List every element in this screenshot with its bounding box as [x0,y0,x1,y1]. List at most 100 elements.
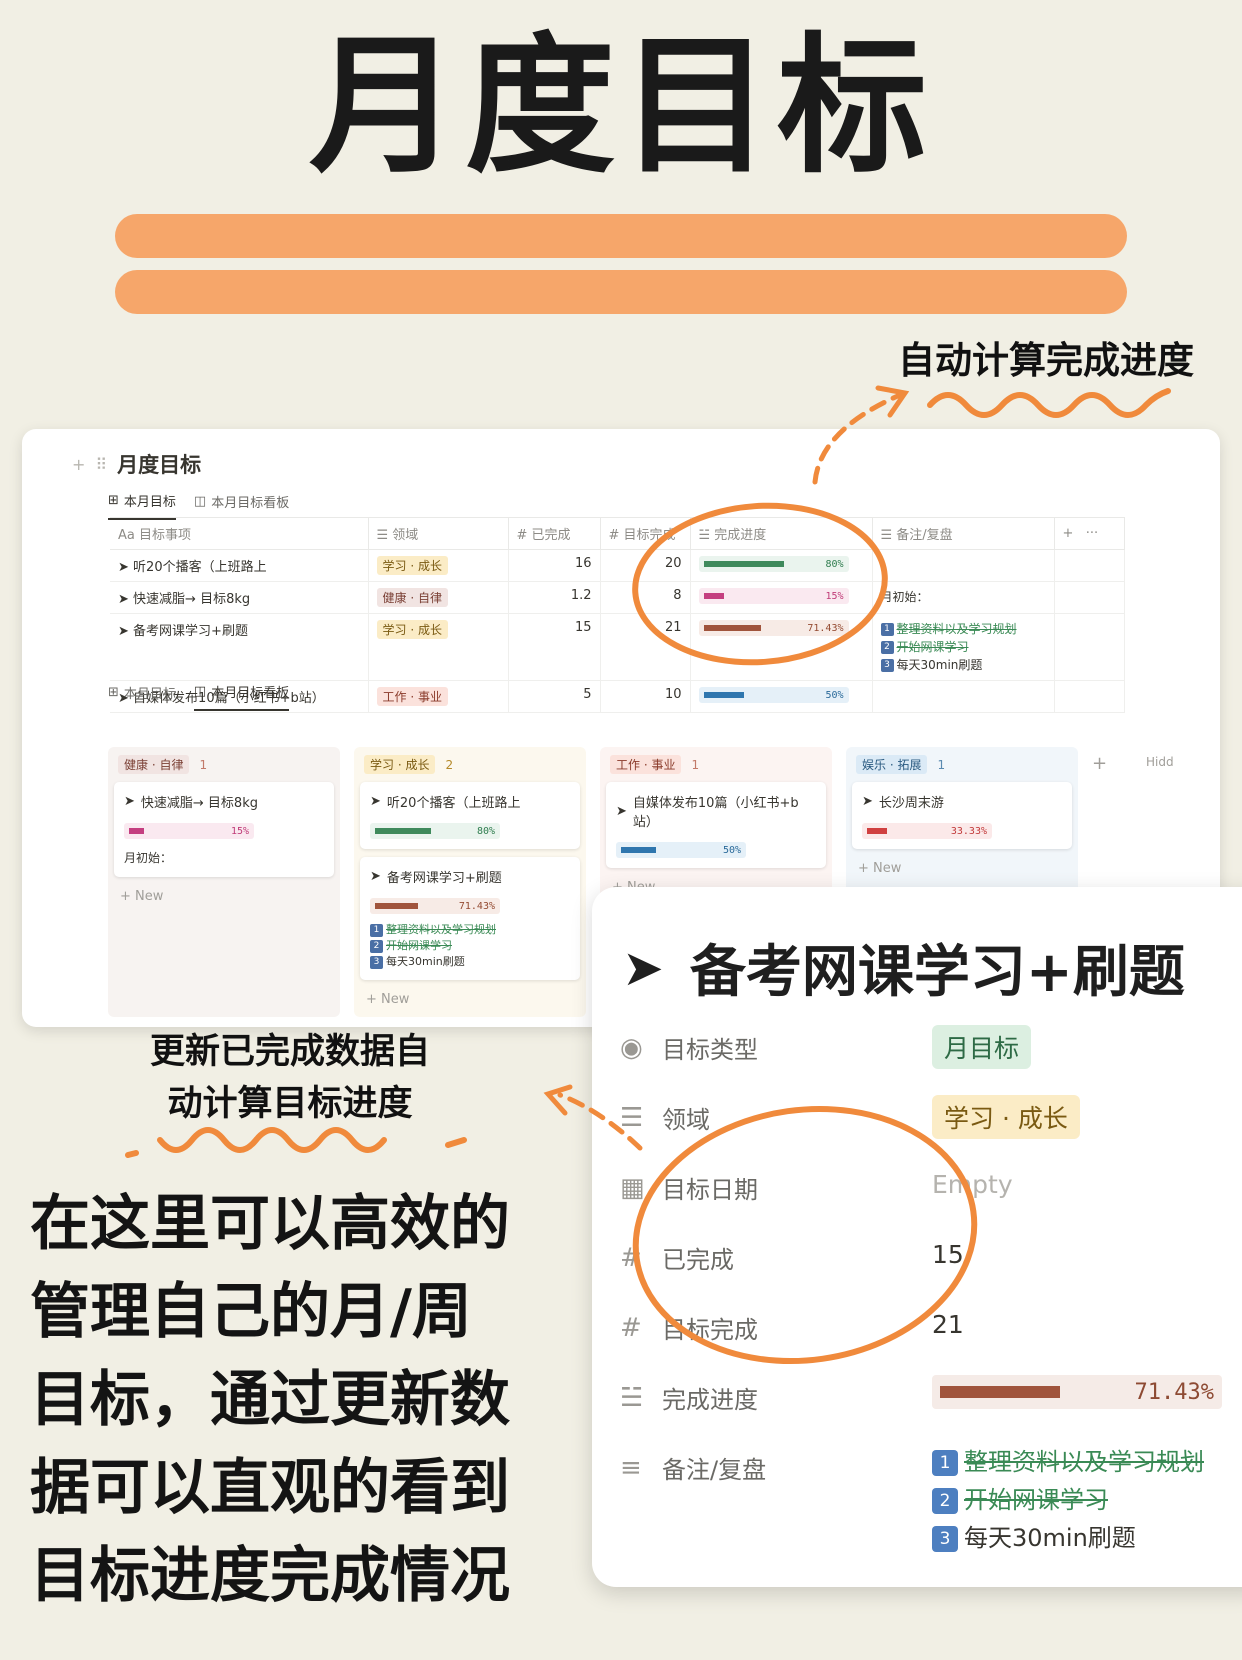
area-tag: 健康 · 自律 [376,588,448,607]
number-icon: # [620,1312,642,1343]
progress-bar: 80% [698,556,849,572]
prop-target[interactable]: # 目标完成 [620,1310,758,1345]
arrowhead-mid [543,1084,573,1116]
target-value: 8 [600,581,691,614]
table-icon: ⊞ [108,685,119,700]
tab-board-view[interactable]: ◫ 本月目标看板 [194,491,289,520]
prop-type[interactable]: ◉ 目标类型 [620,1030,758,1065]
area-tag: 学习 · 成长 [376,620,448,639]
note-line: 1 整理资料以及学习规划 [370,922,570,938]
column-head: 健康 · 自律 1 [114,753,334,782]
progress-bar: 50% [698,687,849,703]
arrow-icon: ➤ [370,794,381,809]
target-value: 10 [600,680,691,713]
prop-date[interactable]: ▦ 目标日期 [620,1170,758,1205]
done-value: 15 [508,613,601,681]
page-detail-panel: ➤ 备考网课学习+刷题 ◉ 目标类型 月目标 ☰ 领域 学习 · 成长 ▦ 目标日期 … [592,887,1242,1587]
number-icon: # [620,1242,642,1273]
new-card-button[interactable]: + New [852,857,1072,880]
table-row[interactable]: ➤ 听20个播客（上班路上 学习 · 成长 16 20 80% [110,549,1125,582]
column-header[interactable]: ☰ 领域 [368,517,509,550]
done-value[interactable]: 15 [932,1240,964,1269]
table-row[interactable]: ➤ 备考网课学习+刷题 学习 · 成长 15 21 71.43% 1 整理资料以及… [110,613,1125,681]
column-header[interactable]: ☱ 完成进度 [690,517,873,550]
board-card[interactable]: ➤ 听20个播客（上班路上 80% [360,782,580,849]
column-head: 工作 · 事业 1 [606,753,826,782]
tab-board-view[interactable]: ◫ 本月目标看板 [193,682,290,711]
database-title: 月度目标 [117,453,202,477]
arrow-icon: ➤ [622,938,664,997]
column-head: 娱乐 · 拓展 1 [852,753,1072,782]
note-line: 3 每天30min刷题 [880,656,1046,674]
squiggle-top [927,388,1171,418]
progress-bar: 15% [698,588,849,604]
status-icon: ◉ [620,1032,643,1063]
note-line: 1 整理资料以及学习规划 [880,620,1046,638]
note-line: 3 每天30min刷题 [370,954,570,970]
arrow-icon: ➤ [370,869,381,884]
number-one-icon: 1 [932,1450,958,1476]
table-row[interactable]: ➤ 快速减脂→ 目标8kg 健康 · 自律 1.2 8 15% 月初始： [110,581,1125,614]
drag-handle-icon[interactable]: ⠿ [95,455,107,474]
column-header[interactable]: # 已完成 [508,517,601,550]
note-text: 月初始： [872,581,1055,614]
progress-bar: 15% [124,823,254,839]
board-column: 健康 · 自律 1 ➤ 快速减脂→ 目标8kg 15% 月初始： + New [108,747,340,1017]
column-header[interactable]: Aa 目标事项 [110,517,369,550]
prop-area[interactable]: ☰ 领域 [620,1100,710,1135]
board-card[interactable]: ➤ 快速减脂→ 目标8kg 15% 月初始： [114,782,334,877]
progress-bar: 50% [616,842,746,858]
progress-bar: 80% [370,823,500,839]
board-card[interactable]: ➤ 自媒体发布10篇（小红书+b站） 50% [606,782,826,868]
table-header-row: Aa 目标事项 ☰ 领域 # 已完成 # 目标完成 ☱ 完成进度 ☰ 备注/复盘… [110,517,1125,550]
board-card[interactable]: ➤ 备考网课学习+刷题 71.43% 1 整理资料以及学习规划 2 开始网课学习 3每… [360,857,580,980]
annotation-auto-progress: 自动计算完成进度 [898,339,1194,382]
note-line: 2 开始网课学习 [370,938,570,954]
database-header: + ⠿ 月度目标 [72,449,201,479]
target-value: 21 [600,613,691,681]
tab-table-view[interactable]: ⊞ 本月目标 [108,682,176,711]
page-title[interactable]: ➤ 备考网课学习+刷题 [622,927,1185,1008]
arrow-icon: ➤ [118,592,129,607]
column-header[interactable]: # 目标完成 [600,517,691,550]
add-column-button[interactable]: + ··· [1054,517,1125,550]
board-card[interactable]: ➤ 长沙周末游 33.33% [852,782,1072,849]
annotation-update: 更新已完成数据自 动计算目标进度 [149,1032,430,1124]
squiggle-mid [125,1127,467,1158]
area-tag[interactable]: 学习 · 成长 [932,1095,1080,1139]
poster-title: 月度目标 [308,20,933,194]
column-header[interactable]: ☰ 备注/复盘 [872,517,1055,550]
note-text: 月初始： [124,851,173,865]
prop-notes[interactable]: ≡ 备注/复盘 [620,1450,766,1485]
note-line: 2 开始网课学习 [880,638,1046,656]
date-value[interactable]: Empty [932,1170,1013,1199]
done-value: 1.2 [508,581,601,614]
view-tabs: ⊞ 本月目标 ◫ 本月目标看板 [108,491,289,520]
board-icon: ◫ [193,684,207,699]
arrow-icon: ➤ [862,794,873,809]
prop-progress[interactable]: ☱ 完成进度 [620,1380,758,1415]
notes-value[interactable]: 1 整理资料以及学习规划 2 开始网课学习 3 每天30min刷题 [932,1443,1204,1557]
progress-bar: 71.43% [932,1375,1222,1409]
area-tag: 学习 · 成长 [376,556,448,575]
arrow-icon: ➤ [616,803,627,819]
arrowhead-top [875,385,910,418]
board-view-tabs: ⊞ 本月目标 ◫ 本月目标看板 [108,682,290,711]
board-column: 学习 · 成长 2 ➤ 听20个播客（上班路上 80% ➤ 备考网课学习+刷题 71.… [354,747,586,1017]
prop-done[interactable]: # 已完成 [620,1240,734,1275]
type-tag[interactable]: 月目标 [932,1025,1032,1069]
arrow-icon: ➤ [124,794,135,809]
new-card-button[interactable]: + New [114,885,334,908]
target-value: 20 [600,549,691,582]
add-block-icon[interactable]: + [72,455,85,474]
brush-stroke [115,270,1127,314]
progress-bar: 71.43% [370,898,500,914]
progress-bar: 33.33% [862,823,992,839]
area-tag: 工作 · 事业 [376,687,448,706]
target-value[interactable]: 21 [932,1310,964,1339]
new-card-button[interactable]: + New [360,988,580,1011]
tab-table-view[interactable]: ⊞ 本月目标 [108,491,176,520]
table-icon: ⊞ [108,493,119,508]
text-icon: ≡ [620,1452,642,1483]
board-icon: ◫ [193,494,207,509]
